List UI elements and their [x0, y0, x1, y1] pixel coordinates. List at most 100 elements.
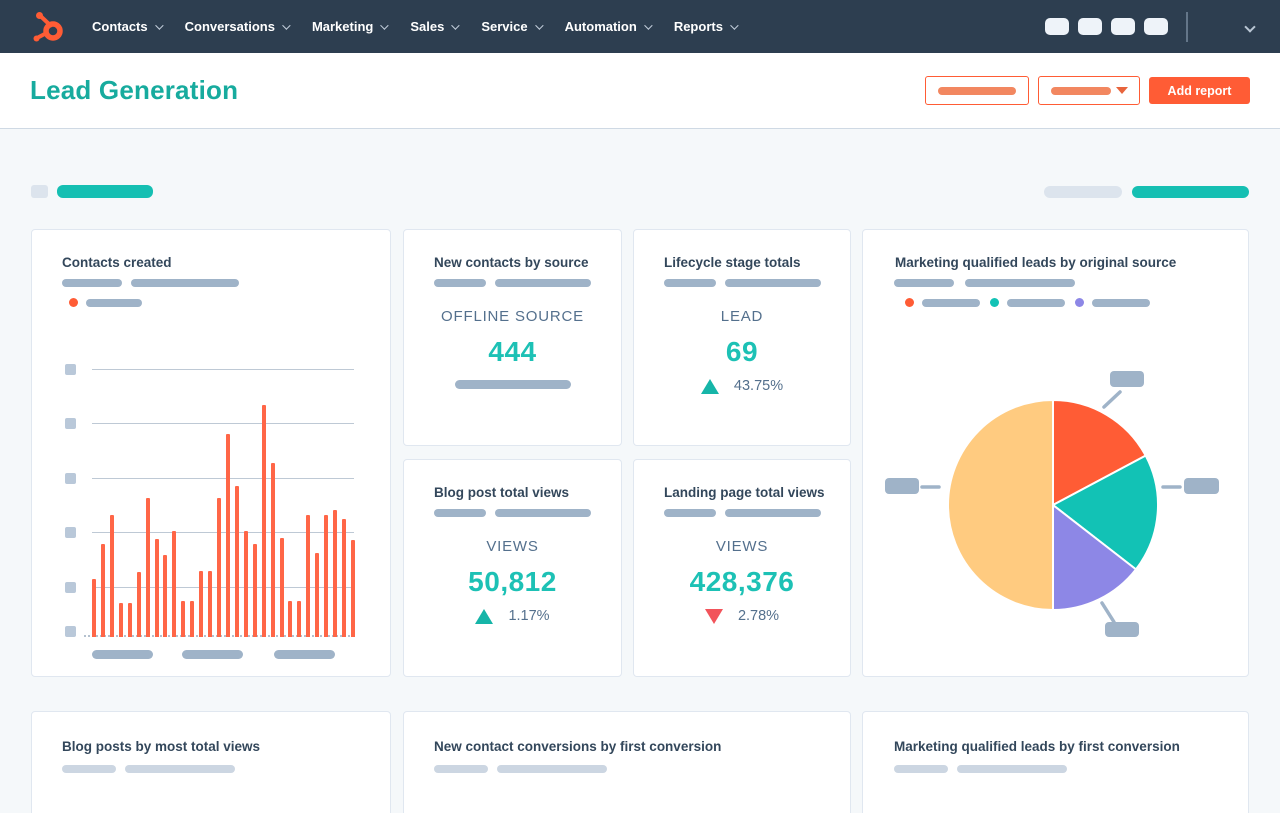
bar-4[interactable]	[118, 603, 123, 637]
metric-value: 69	[725, 336, 759, 367]
hubspot-logo-icon[interactable]	[33, 11, 63, 43]
gridline	[92, 478, 354, 479]
card-blog-posts-by-most-total-views: Blog posts by most total views	[31, 711, 391, 813]
nav-item-sales[interactable]: Sales	[410, 19, 460, 34]
card-subtitle-placeholder	[894, 765, 1067, 773]
bar-18[interactable]	[243, 531, 248, 637]
nav-item-reports[interactable]: Reports	[673, 19, 739, 34]
bar-16[interactable]	[225, 434, 230, 637]
bar-22[interactable]	[279, 538, 284, 637]
bar-1[interactable]	[92, 579, 96, 637]
card-title: Contacts created	[62, 255, 172, 270]
gridline	[92, 532, 354, 533]
delta-up-icon	[700, 378, 719, 394]
nav-action-placeholder-3[interactable]	[1111, 18, 1135, 35]
card-lifecycle-stage-totals: Lifecycle stage totals LEAD 69 43.75%	[633, 229, 851, 446]
nav-action-placeholder-4[interactable]	[1144, 18, 1168, 35]
pie-chart	[885, 371, 1219, 637]
card-title: Landing page total views	[664, 485, 825, 500]
y-axis-label-placeholder	[65, 582, 76, 593]
y-axis-label-placeholder	[65, 418, 76, 429]
nav-right-actions	[1036, 11, 1280, 42]
header-actions: Add report	[925, 76, 1250, 105]
card-subtitle-placeholder	[434, 279, 591, 287]
nav-menu: Contacts Conversations Marketing Sales Servi…	[92, 19, 739, 34]
nav-item-automation[interactable]: Automation	[564, 19, 653, 34]
metric-label: LEAD	[720, 308, 764, 325]
nav-item-label: Reports	[673, 19, 723, 34]
card-subtitle-placeholder	[664, 279, 821, 287]
bar-24[interactable]	[297, 601, 302, 637]
nav-item-label: Conversations	[184, 19, 275, 34]
bar-8[interactable]	[154, 539, 159, 637]
card-title: Blog post total views	[434, 485, 570, 500]
bar-23[interactable]	[288, 601, 293, 637]
card-mql-by-first-conversion: Marketing qualified leads by first conve…	[862, 711, 1249, 813]
bar-3[interactable]	[109, 515, 114, 637]
filter-chip-teal-right[interactable]	[1132, 186, 1249, 198]
dropdown-caret-icon	[1115, 87, 1128, 94]
filter-chip-small[interactable]	[31, 185, 48, 198]
dashboard-filters-right	[1044, 186, 1249, 198]
bar-20[interactable]	[261, 405, 266, 637]
filter-chip-gray[interactable]	[1044, 186, 1122, 198]
top-navigation: Contacts Conversations Marketing Sales Servi…	[0, 0, 1280, 53]
nav-item-conversations[interactable]: Conversations	[184, 19, 291, 34]
card-subtitle-placeholder	[62, 279, 239, 287]
chevron-down-icon	[534, 20, 544, 30]
header-dropdown-button[interactable]	[1038, 76, 1140, 105]
bar-2[interactable]	[100, 544, 105, 637]
bar-27[interactable]	[324, 515, 329, 637]
bar-25[interactable]	[306, 515, 311, 637]
bar-10[interactable]	[172, 531, 177, 637]
bar-11[interactable]	[181, 601, 186, 637]
card-landing-page-total-views: Landing page total views VIEWS 428,376 2…	[633, 459, 851, 677]
y-axis-label-placeholder	[65, 527, 76, 538]
nav-item-service[interactable]: Service	[481, 19, 544, 34]
x-axis-label-placeholder	[274, 650, 335, 659]
card-contacts-created: Contacts created	[31, 229, 391, 677]
filter-chip-teal[interactable]	[57, 185, 153, 198]
bar-14[interactable]	[208, 571, 213, 637]
bar-28[interactable]	[333, 510, 338, 637]
bar-6[interactable]	[136, 572, 141, 637]
card-new-contact-conversions: New contact conversions by first convers…	[403, 711, 851, 813]
nav-item-contacts[interactable]: Contacts	[92, 19, 164, 34]
page-title: Lead Generation	[30, 75, 239, 105]
bar-chart	[65, 364, 355, 659]
metric-label: VIEWS	[715, 538, 769, 555]
chevron-down-icon[interactable]	[1244, 20, 1256, 33]
bar-26[interactable]	[315, 553, 320, 637]
metric-label: VIEWS	[486, 538, 539, 555]
bar-12[interactable]	[190, 601, 195, 637]
bar-7[interactable]	[145, 498, 150, 637]
y-axis-label-placeholder	[65, 473, 76, 484]
bar-30[interactable]	[350, 540, 355, 637]
bar-21[interactable]	[270, 463, 275, 637]
bar-19[interactable]	[252, 544, 257, 637]
bar-5[interactable]	[127, 603, 132, 637]
add-report-button[interactable]: Add report	[1149, 77, 1250, 104]
bar-29[interactable]	[342, 519, 347, 637]
nav-item-label: Sales	[410, 19, 445, 34]
nav-action-placeholder-1[interactable]	[1045, 18, 1069, 35]
card-subtitle-placeholder	[434, 509, 591, 517]
nav-item-marketing[interactable]: Marketing	[312, 19, 390, 34]
card-title: New contacts by source	[434, 255, 589, 270]
header-outline-button-1[interactable]	[925, 76, 1029, 105]
nav-item-label: Automation	[564, 19, 637, 34]
metric-delta: 43.75%	[634, 378, 850, 394]
x-axis-label-placeholder	[92, 650, 153, 659]
bar-9[interactable]	[163, 555, 168, 637]
button-label-placeholder	[1050, 86, 1111, 95]
card-title: Marketing qualified leads by first conve…	[894, 739, 1180, 754]
pie-slice-4[interactable]	[947, 399, 1054, 611]
bar-13[interactable]	[199, 571, 204, 637]
nav-action-placeholder-2[interactable]	[1078, 18, 1102, 35]
bar-15[interactable]	[217, 498, 222, 637]
metric-delta: 1.17%	[404, 608, 621, 624]
bar-17[interactable]	[234, 486, 239, 637]
nav-item-label: Contacts	[92, 19, 148, 34]
y-axis-label-placeholder	[65, 364, 76, 375]
legend-label-placeholder	[86, 298, 142, 307]
